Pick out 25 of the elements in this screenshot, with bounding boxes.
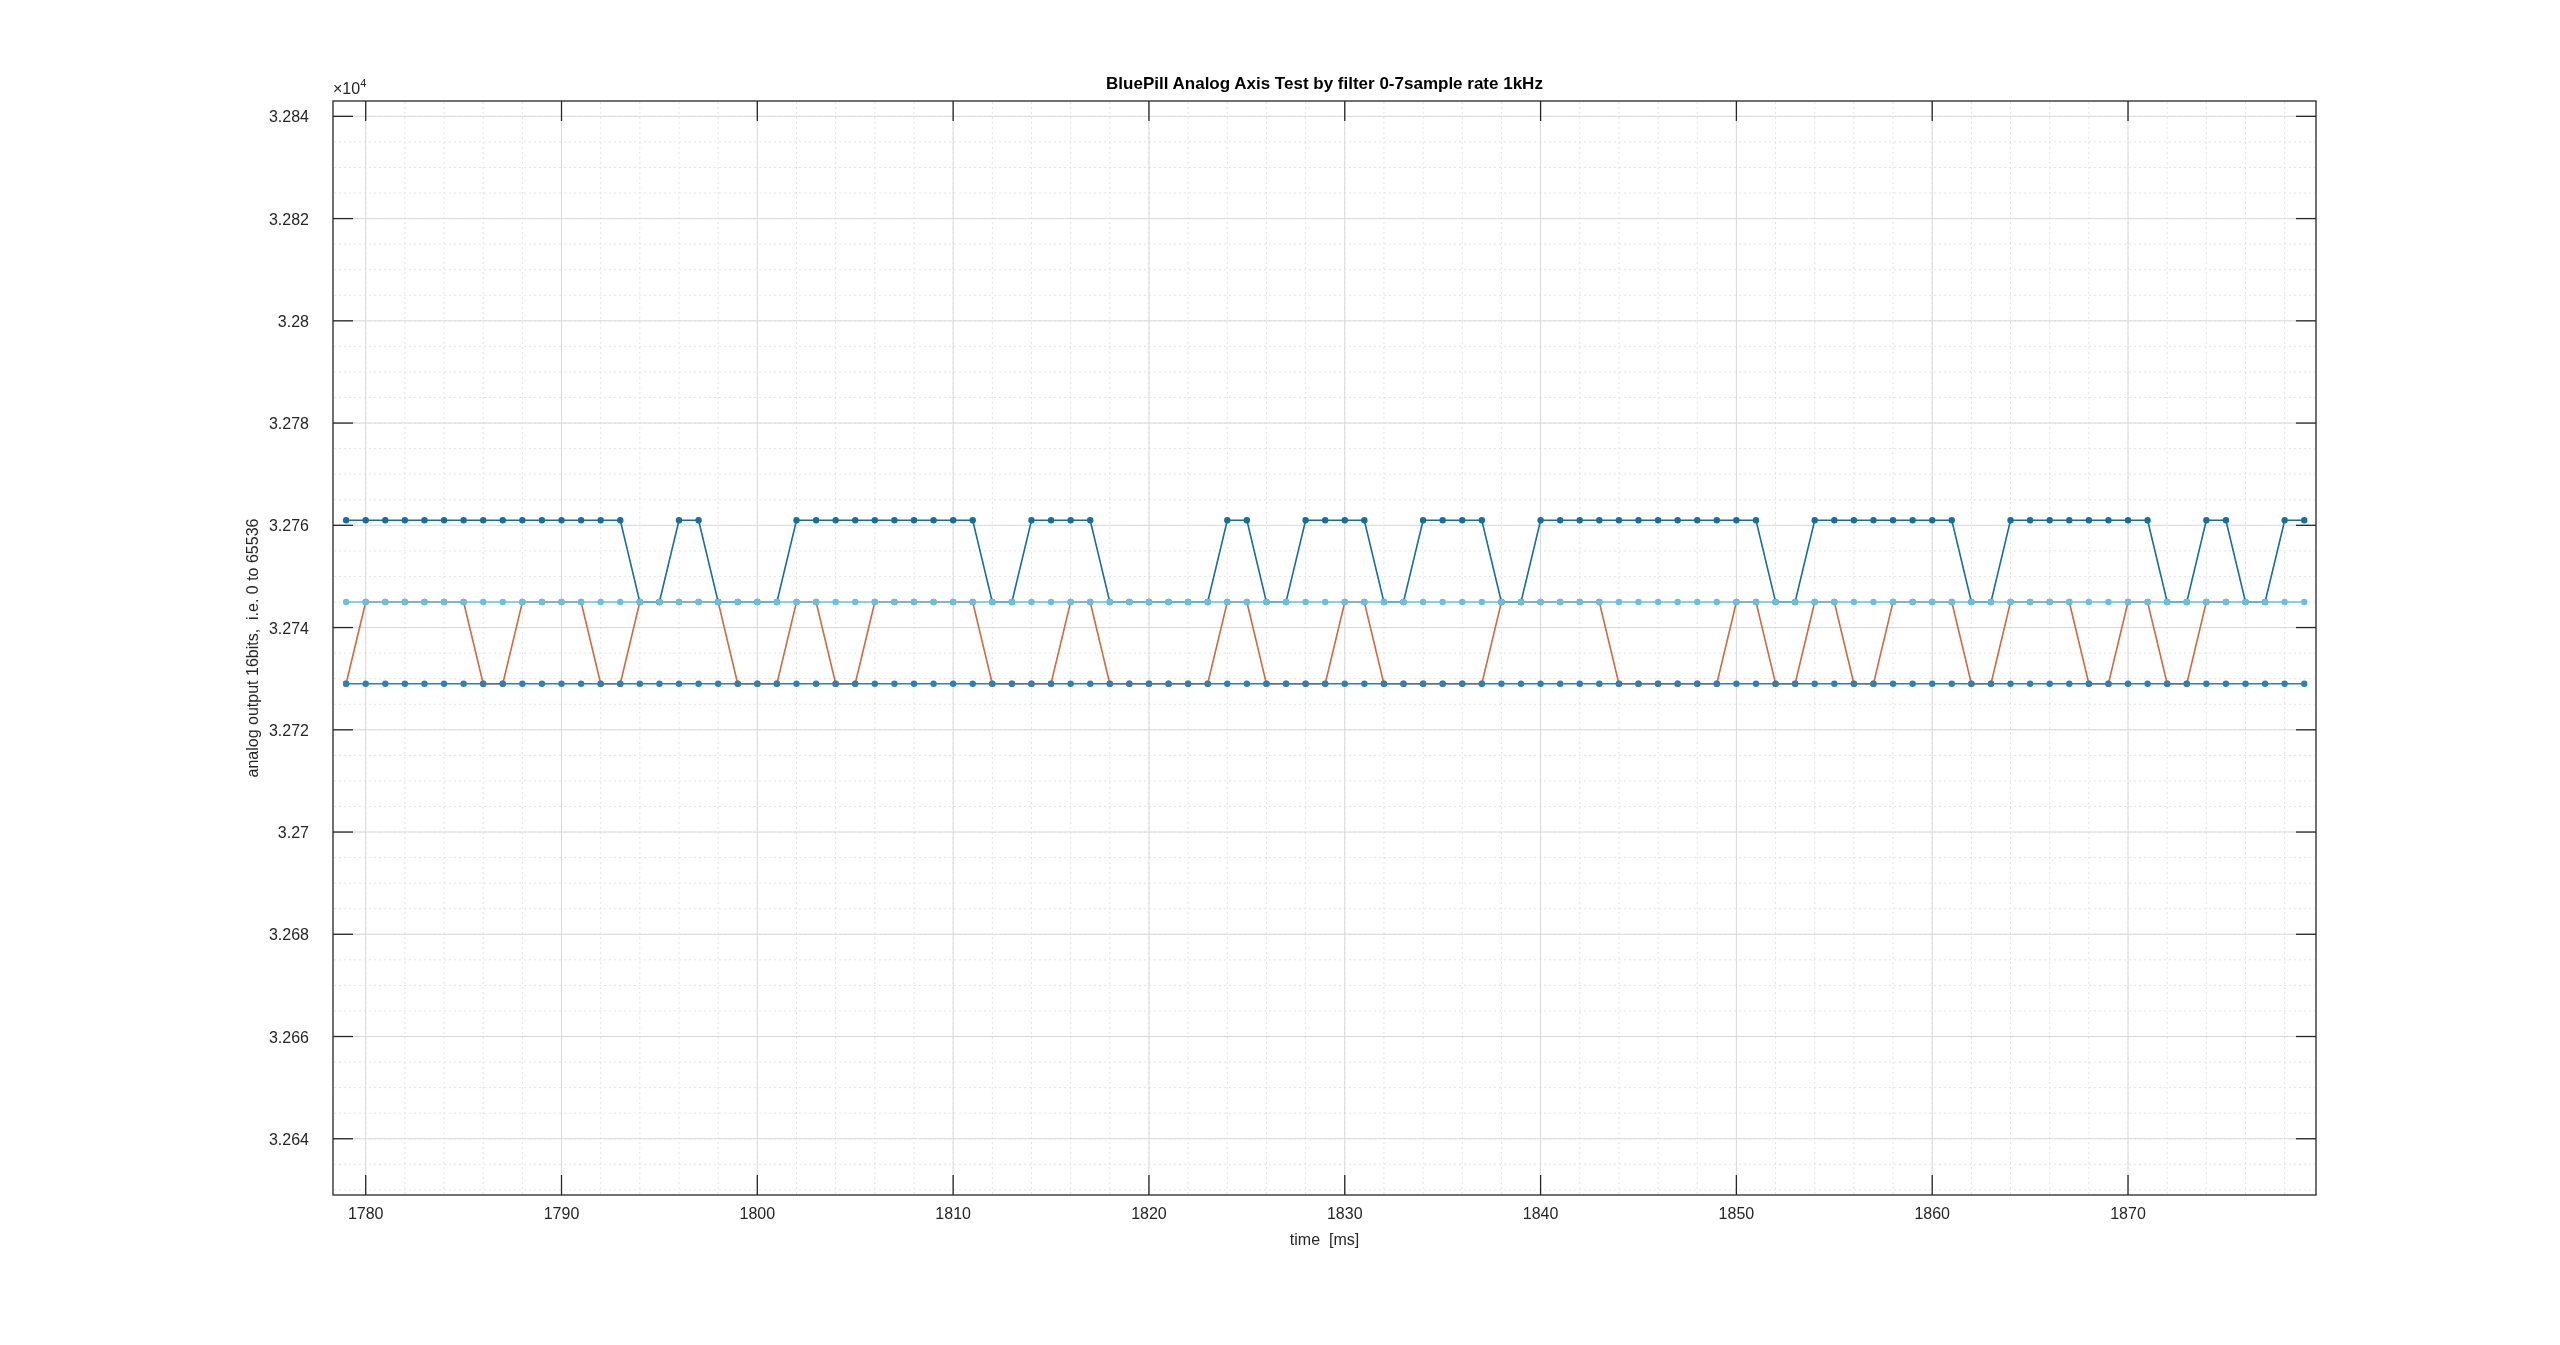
y-tick-label: 3.266 bbox=[268, 1028, 309, 1046]
x-tick-label: 1850 bbox=[1718, 1205, 1755, 1222]
y-tick-label: 3.27 bbox=[277, 824, 309, 842]
x-tick-label: 1840 bbox=[1522, 1205, 1559, 1222]
y-tick-label: 3.276 bbox=[268, 517, 309, 535]
y-tick-label: 3.264 bbox=[268, 1130, 309, 1148]
y-tick-label: 3.272 bbox=[268, 721, 309, 739]
x-tick-label: 1790 bbox=[543, 1205, 580, 1222]
x-axis-label: time [ms] bbox=[1289, 1231, 1360, 1248]
x-tick-label: 1800 bbox=[739, 1205, 776, 1222]
x-tick-label: 1870 bbox=[2110, 1205, 2146, 1222]
y-tick-label: 3.268 bbox=[268, 926, 309, 944]
x-tick-label: 1820 bbox=[1131, 1205, 1167, 1222]
x-tick-label: 1780 bbox=[347, 1205, 384, 1222]
y-tick-label: 3.284 bbox=[268, 108, 309, 126]
x-tick-label: 1860 bbox=[1914, 1205, 1950, 1222]
y-axis-label: analog output 16bits, i.e. 0 to 65536 bbox=[244, 518, 261, 778]
y-tick-label: 3.28 bbox=[277, 312, 309, 330]
y-exponent-label: ×10$^{4}$ bbox=[333, 77, 367, 97]
x-tick-label: 1810 bbox=[935, 1205, 971, 1222]
y-tick-label: 3.278 bbox=[268, 415, 309, 433]
chart-title: BluePill Analog Axis Test by filter 0-7sample rate 1kHz bbox=[1106, 74, 1543, 93]
x-tick-label: 1830 bbox=[1326, 1205, 1363, 1222]
y-tick-label: 3.274 bbox=[268, 619, 309, 637]
y-tick-label: 3.282 bbox=[268, 210, 309, 228]
